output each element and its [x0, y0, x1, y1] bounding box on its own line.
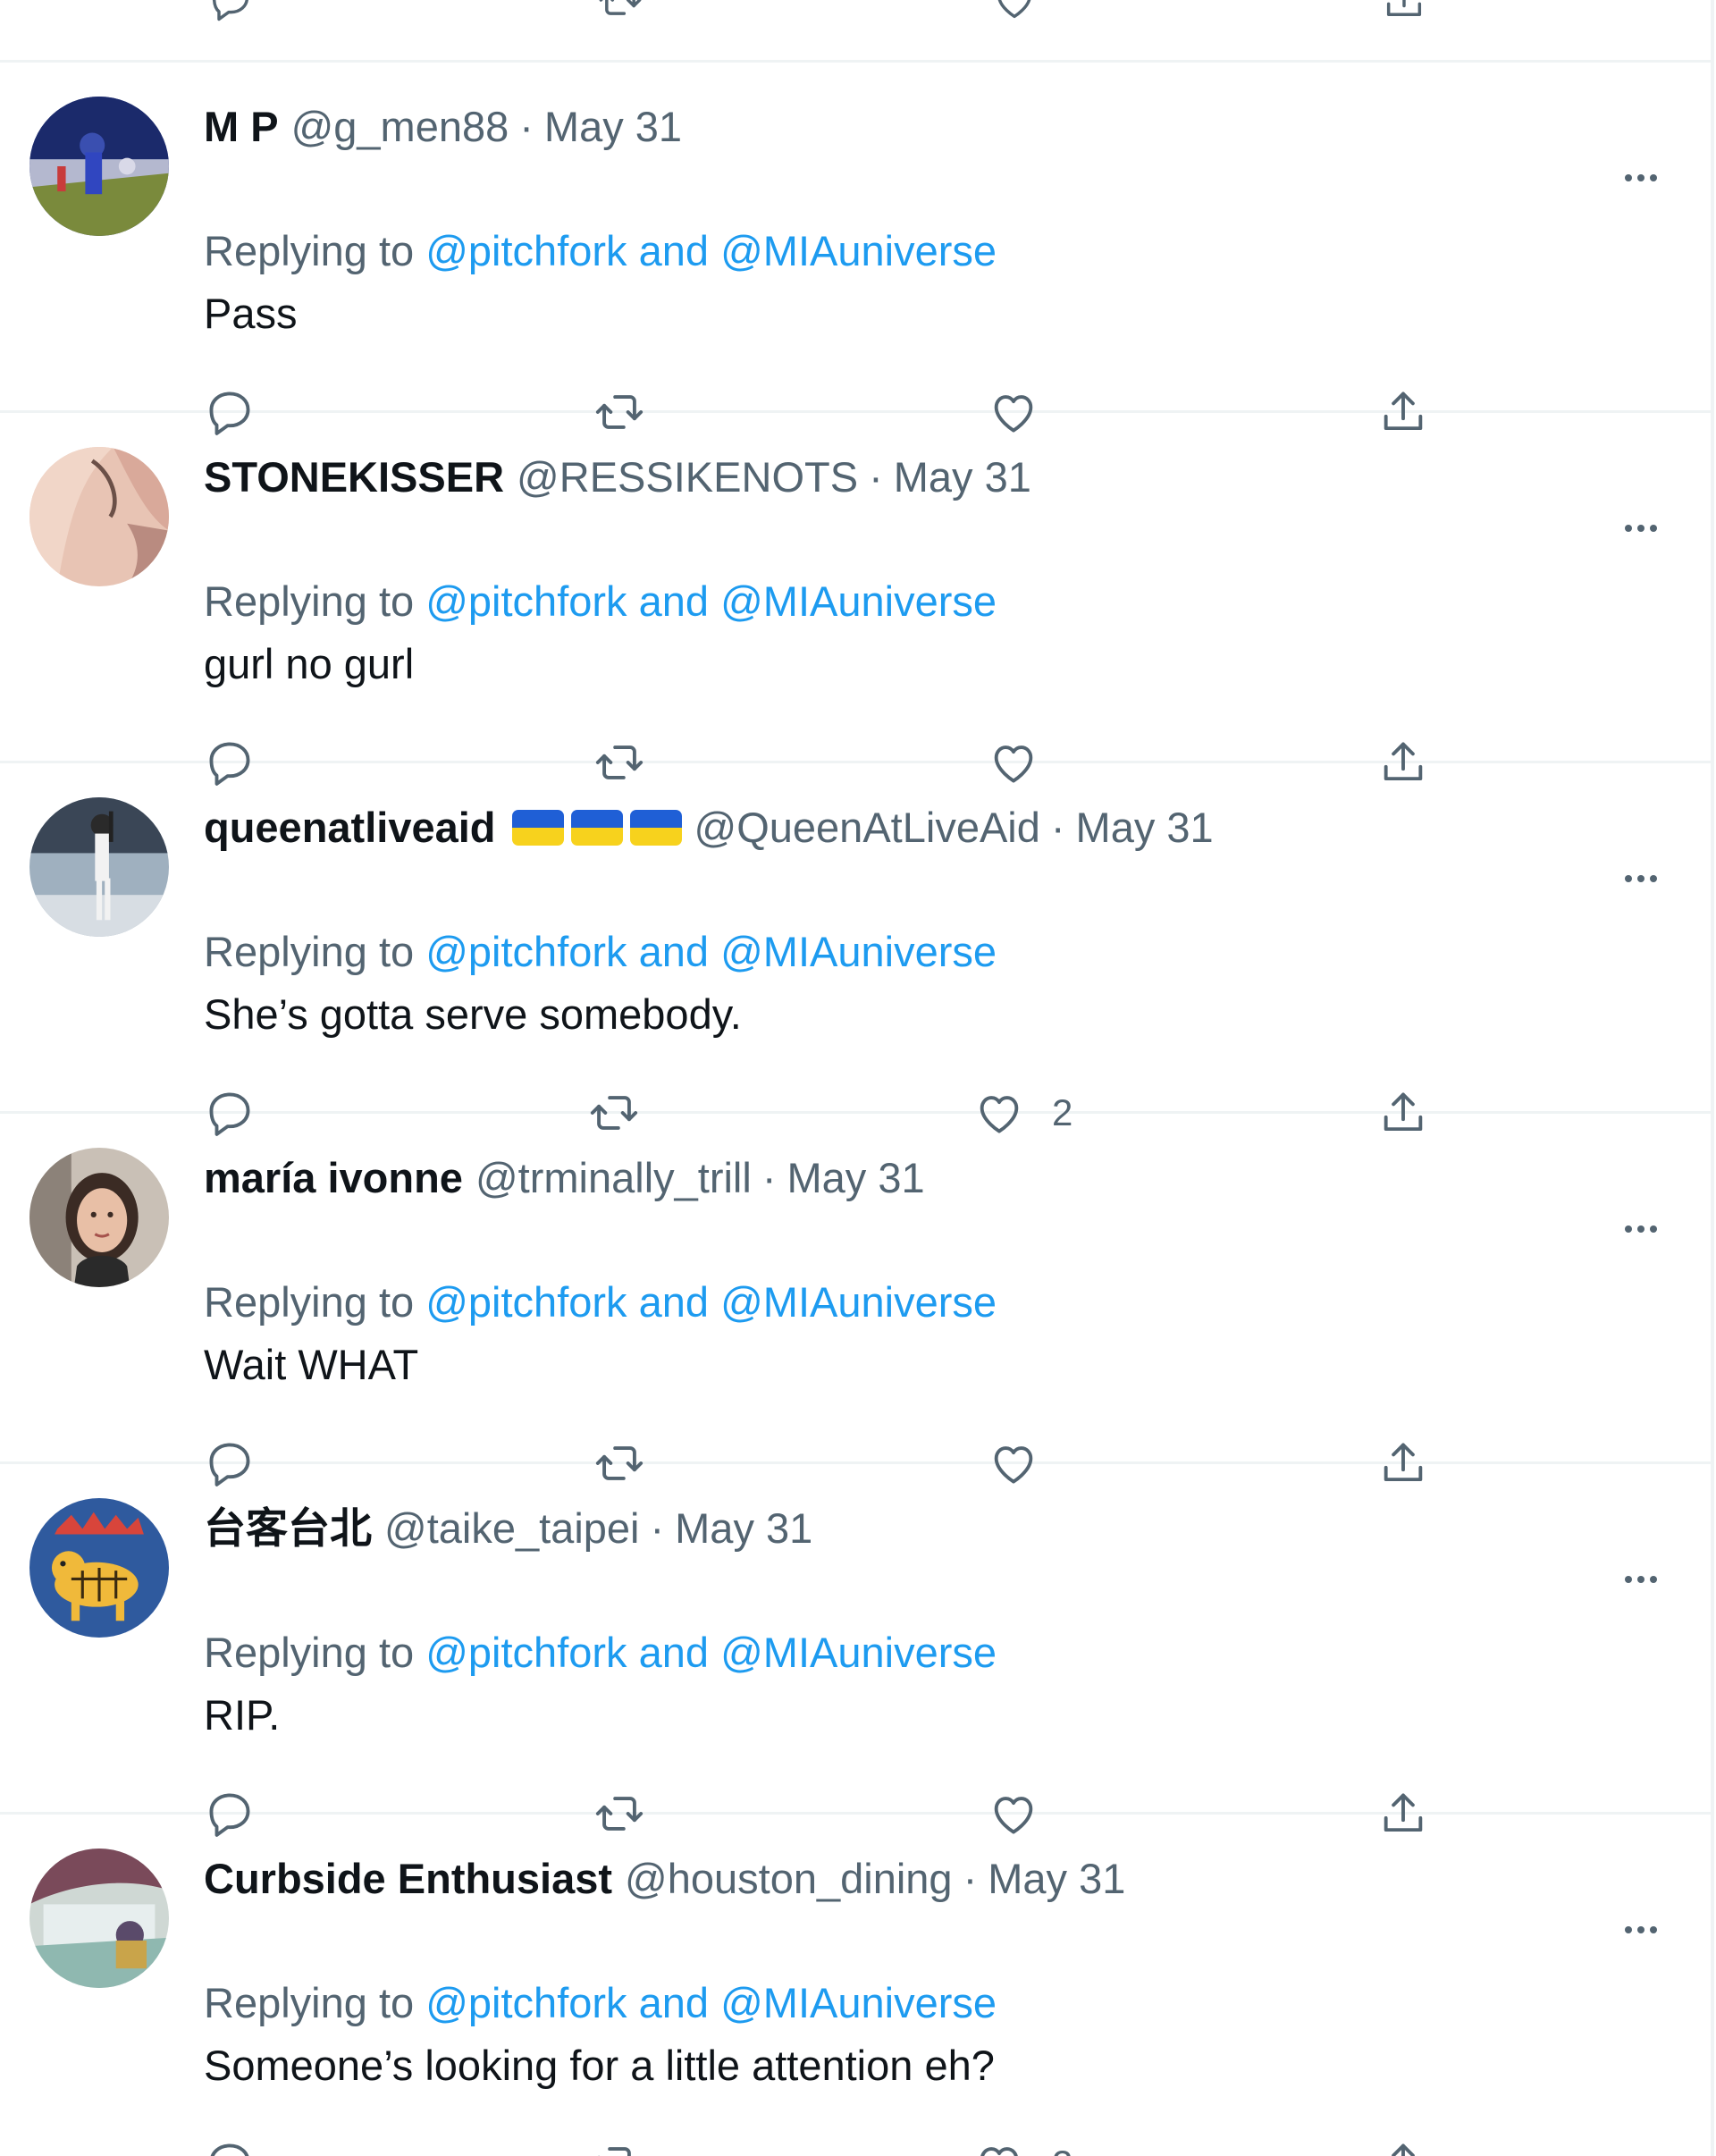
column-border — [1711, 0, 1714, 2156]
tweet-text: She’s gotta serve somebody. — [204, 990, 742, 1038]
tweet-date[interactable]: May 31 — [675, 1503, 812, 1554]
reply-mentions-link[interactable]: @pitchfork and @MIAuniverse — [425, 1979, 997, 2026]
separator: · — [869, 453, 883, 501]
user-handle[interactable]: @houston_dining — [625, 1854, 953, 1904]
tweet[interactable]: Curbside Enthusiast @houston_dining · Ma… — [0, 1815, 1711, 2156]
replying-to-label: Replying to — [204, 1278, 415, 1326]
tweet-replies-feed: M P @g_men88 · May 31 Replying to @pitch… — [0, 0, 1716, 2156]
share-icon — [1392, 2143, 1415, 2156]
tweet-date[interactable]: May 31 — [786, 1153, 924, 1203]
more-icon[interactable] — [1614, 164, 1668, 191]
replying-to: Replying to @pitchfork and @MIAuniverse — [204, 1277, 997, 1327]
tweet-header: 台客台北 @taike_taipei · May 31 — [204, 1503, 812, 1554]
like-button[interactable]: 2 — [973, 2133, 1072, 2156]
display-name[interactable]: M P — [204, 102, 279, 152]
avatar[interactable] — [29, 1148, 169, 1287]
tweet-date[interactable]: May 31 — [894, 452, 1031, 502]
tweet-header: STONEKISSER @RESSIKENOTS · May 31 — [204, 452, 1031, 502]
replying-to-label: Replying to — [204, 1629, 415, 1676]
avatar[interactable] — [29, 797, 169, 937]
replying-to-label: Replying to — [204, 227, 415, 274]
more-icon[interactable] — [1614, 865, 1668, 892]
like-count: 2 — [1052, 2138, 1072, 2156]
tweet[interactable]: queenatliveaid @QueenAtLiveAid · May 31 … — [0, 763, 1711, 1136]
like-icon — [980, 2147, 1018, 2156]
reply-button[interactable] — [204, 2133, 256, 2156]
replying-to-label: Replying to — [204, 577, 415, 625]
more-icon[interactable] — [1614, 1216, 1668, 1242]
tweet-header: M P @g_men88 · May 31 — [204, 102, 682, 152]
more-icon[interactable] — [1614, 1916, 1668, 1943]
display-name[interactable]: maría ivonne — [204, 1153, 463, 1203]
separator: · — [519, 103, 534, 150]
tweet-actions: 2 — [0, 2133, 1711, 2156]
avatar[interactable] — [29, 447, 169, 586]
retweet-icon[interactable] — [597, 0, 644, 23]
avatar[interactable] — [29, 97, 169, 236]
user-handle[interactable]: @g_men88 — [291, 102, 509, 152]
tweet-text: Pass — [204, 290, 298, 337]
reply-icon[interactable] — [207, 0, 254, 23]
separator: · — [1050, 804, 1065, 851]
share-icon[interactable] — [1381, 0, 1427, 23]
ukraine-flag-icon — [570, 810, 623, 846]
tweet-text: Wait WHAT — [204, 1341, 419, 1388]
reply-mentions-link[interactable]: @pitchfork and @MIAuniverse — [425, 928, 997, 975]
share-button[interactable] — [1377, 2133, 1429, 2156]
avatar[interactable] — [29, 1849, 169, 1988]
tweet[interactable]: M P @g_men88 · May 31 Replying to @pitch… — [0, 63, 1711, 435]
separator: · — [963, 1855, 978, 1902]
replying-to: Replying to @pitchfork and @MIAuniverse — [204, 1978, 997, 2028]
tweet[interactable]: 台客台北 @taike_taipei · May 31 Replying to … — [0, 1464, 1711, 1837]
tweet-date[interactable]: May 31 — [544, 102, 682, 152]
reply-mentions-link[interactable]: @pitchfork and @MIAuniverse — [425, 577, 997, 625]
tweet-text: gurl no gurl — [204, 640, 415, 687]
user-handle[interactable]: @QueenAtLiveAid — [694, 803, 1040, 853]
display-name[interactable]: Curbside Enthusiast — [204, 1854, 612, 1904]
tweet-header: queenatliveaid @QueenAtLiveAid · May 31 — [204, 803, 1214, 853]
user-handle[interactable]: @RESSIKENOTS — [517, 452, 858, 502]
reply-mentions-link[interactable]: @pitchfork and @MIAuniverse — [425, 227, 997, 274]
reply-mentions-link[interactable]: @pitchfork and @MIAuniverse — [425, 1629, 997, 1676]
separator: · — [761, 1154, 777, 1201]
avatar[interactable] — [29, 1498, 169, 1638]
replying-to: Replying to @pitchfork and @MIAuniverse — [204, 577, 997, 627]
user-handle[interactable]: @trminally_trill — [475, 1153, 752, 1203]
more-icon[interactable] — [1614, 1566, 1668, 1593]
retweet-icon — [598, 2147, 631, 2156]
replying-to: Replying to @pitchfork and @MIAuniverse — [204, 1628, 997, 1678]
tweet-text: Someone’s looking for a little attention… — [204, 2042, 995, 2089]
more-icon[interactable] — [1614, 515, 1668, 542]
display-name[interactable]: 台客台北 — [204, 1503, 372, 1554]
ukraine-flag-icon — [629, 810, 682, 846]
ukraine-flag-icon — [511, 810, 564, 846]
tweet-header: Curbside Enthusiast @houston_dining · Ma… — [204, 1854, 1125, 1904]
replying-to: Replying to @pitchfork and @MIAuniverse — [204, 927, 997, 977]
reply-mentions-link[interactable]: @pitchfork and @MIAuniverse — [425, 1278, 997, 1326]
replying-to-label: Replying to — [204, 928, 415, 975]
tweet[interactable]: maría ivonne @trminally_trill · May 31 R… — [0, 1114, 1711, 1486]
previous-tweet-fragment — [0, 0, 1711, 63]
tweet-text: RIP. — [204, 1691, 281, 1739]
tweet-date[interactable]: May 31 — [988, 1854, 1125, 1904]
display-name[interactable]: queenatliveaid — [204, 803, 496, 853]
separator: · — [650, 1504, 665, 1552]
flag-emojis — [511, 810, 682, 846]
replying-to-label: Replying to — [204, 1979, 415, 2026]
tweet-header: maría ivonne @trminally_trill · May 31 — [204, 1153, 925, 1203]
retweet-button[interactable] — [588, 2133, 640, 2156]
like-icon[interactable] — [991, 0, 1038, 23]
display-name[interactable]: STONEKISSER — [204, 452, 504, 502]
user-handle[interactable]: @taike_taipei — [384, 1503, 640, 1554]
replying-to: Replying to @pitchfork and @MIAuniverse — [204, 226, 997, 276]
tweet[interactable]: STONEKISSER @RESSIKENOTS · May 31 Replyi… — [0, 413, 1711, 786]
reply-icon — [210, 2143, 249, 2156]
tweet-date[interactable]: May 31 — [1076, 803, 1214, 853]
